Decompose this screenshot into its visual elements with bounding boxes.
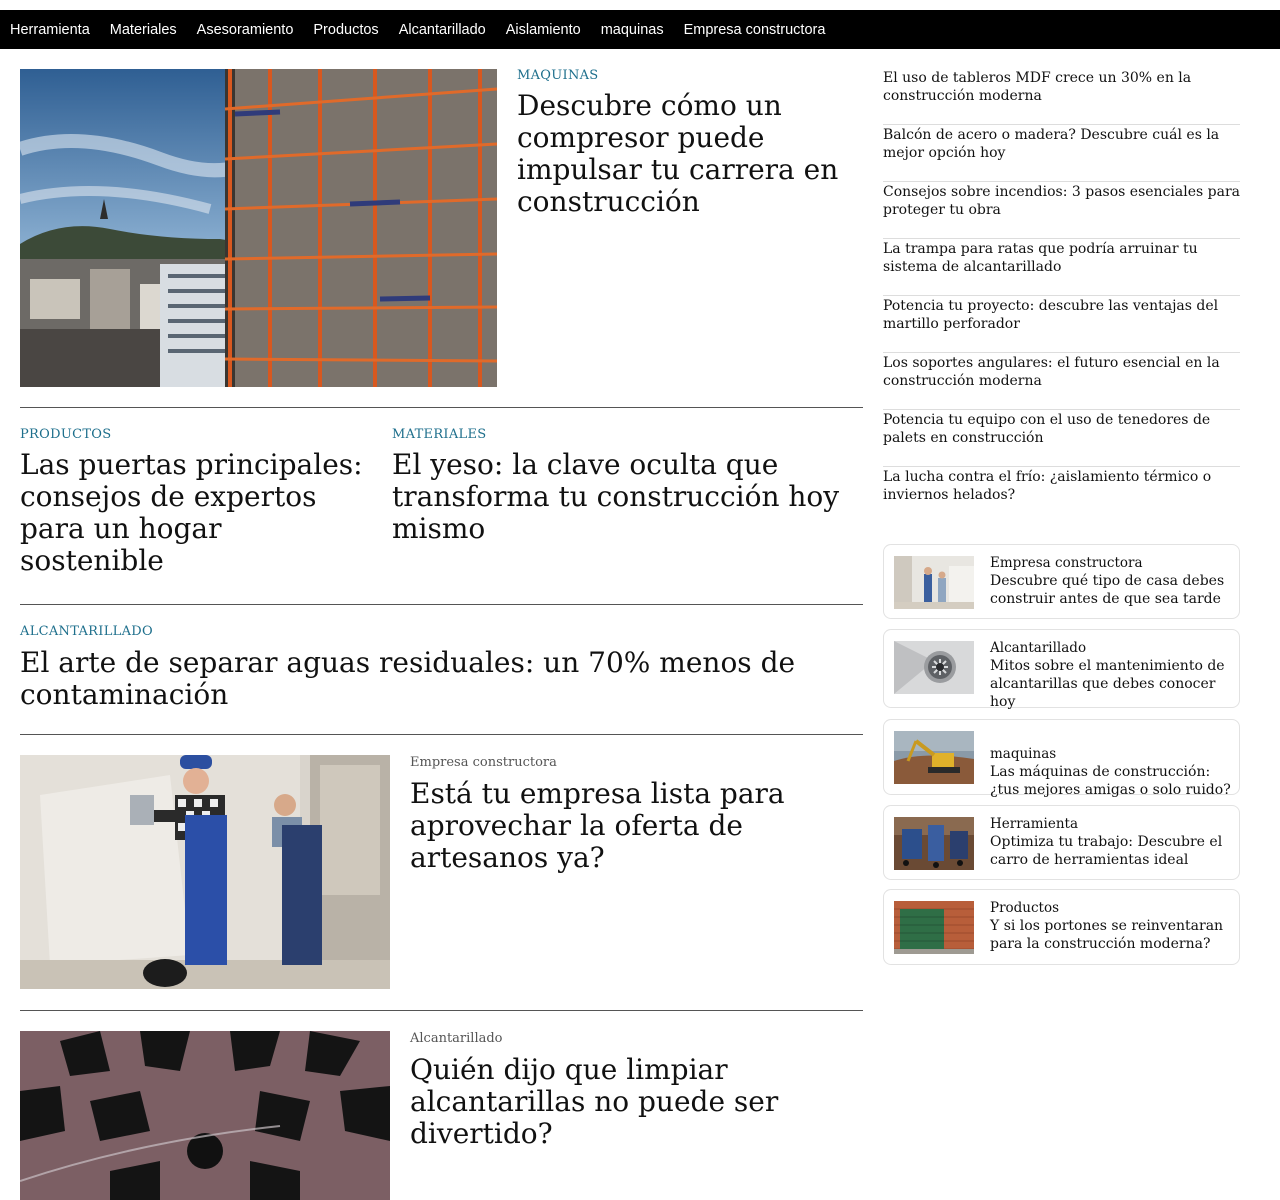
divider xyxy=(20,604,863,605)
article-category[interactable]: ALCANTARILLADO xyxy=(20,624,863,639)
card-title[interactable]: Y si los portones se reinventaran para l… xyxy=(990,917,1231,953)
sidebar-link[interactable]: Potencia tu proyecto: descubre las venta… xyxy=(883,296,1240,353)
article-category[interactable]: Alcantarillado xyxy=(410,1031,863,1046)
article-title[interactable]: Quién dijo que limpiar alcantarillas no … xyxy=(410,1054,863,1150)
card-category: Empresa constructora xyxy=(990,555,1143,571)
sidebar-link[interactable]: La trampa para ratas que podría arruinar… xyxy=(883,239,1240,296)
card-thumbnail xyxy=(894,901,974,954)
article-category[interactable]: MATERIALES xyxy=(392,427,863,442)
article-title[interactable]: El arte de separar aguas residuales: un … xyxy=(20,647,863,711)
card-category: Herramienta xyxy=(990,816,1078,832)
card-title[interactable]: Optimiza tu trabajo: Descubre el carro d… xyxy=(990,833,1231,869)
sidebar-link[interactable]: El uso de tableros MDF crece un 30% en l… xyxy=(883,68,1240,125)
card-category: Productos xyxy=(990,900,1060,916)
sidebar-card[interactable]: Herramienta Optimiza tu trabajo: Descubr… xyxy=(883,805,1240,880)
nav-item-empresa-constructora[interactable]: Empresa constructora xyxy=(684,22,826,38)
divider xyxy=(20,734,863,735)
sidebar-card[interactable]: Productos Y si los portones se reinventa… xyxy=(883,889,1240,965)
card-title[interactable]: Descubre qué tipo de casa debes construi… xyxy=(990,572,1231,608)
card-title[interactable]: Mitos sobre el mantenimiento de alcantar… xyxy=(990,657,1231,711)
top-navigation: Herramienta Materiales Asesoramiento Pro… xyxy=(0,10,1280,49)
article-category[interactable]: Empresa constructora xyxy=(410,755,863,770)
divider xyxy=(20,407,863,408)
article-title[interactable]: Las puertas principales: consejos de exp… xyxy=(20,449,370,577)
card-category: Alcantarillado xyxy=(990,640,1087,656)
card-title[interactable]: Las máquinas de construcción: ¿tus mejor… xyxy=(990,763,1231,799)
article-card: Empresa constructora Está tu empresa lis… xyxy=(410,755,863,874)
sidebar-link[interactable]: Potencia tu equipo con el uso de tenedor… xyxy=(883,410,1240,467)
card-thumbnail xyxy=(894,731,974,784)
nav-item-maquinas[interactable]: maquinas xyxy=(601,22,664,38)
article-title[interactable]: El yeso: la clave oculta que transforma … xyxy=(392,449,863,545)
article-image[interactable] xyxy=(20,1031,390,1200)
article-card: MATERIALES El yeso: la clave oculta que … xyxy=(392,427,863,545)
featured-category[interactable]: MAQUINAS xyxy=(517,68,863,83)
featured-image[interactable] xyxy=(20,69,497,387)
card-category: maquinas xyxy=(990,746,1057,762)
article-card: PRODUCTOS Las puertas principales: conse… xyxy=(20,427,370,577)
featured-title[interactable]: Descubre cómo un compresor puede impulsa… xyxy=(517,90,863,218)
article-card: ALCANTARILLADO El arte de separar aguas … xyxy=(20,624,863,711)
divider xyxy=(20,1010,863,1011)
sidebar-link[interactable]: Balcón de acero o madera? Descubre cuál … xyxy=(883,125,1240,182)
sidebar-link[interactable]: La lucha contra el frío: ¿aislamiento té… xyxy=(883,467,1240,524)
sidebar-card[interactable]: Empresa constructora Descubre qué tipo d… xyxy=(883,544,1240,619)
card-thumbnail xyxy=(894,556,974,609)
article-image[interactable] xyxy=(20,755,390,989)
nav-item-herramienta[interactable]: Herramienta xyxy=(10,22,90,38)
sidebar-link[interactable]: Consejos sobre incendios: 3 pasos esenci… xyxy=(883,182,1240,239)
sidebar-link-list: El uso de tableros MDF crece un 30% en l… xyxy=(883,68,1240,524)
sidebar-card[interactable]: Alcantarillado Mitos sobre el mantenimie… xyxy=(883,629,1240,711)
sidebar-link[interactable]: Los soportes angulares: el futuro esenci… xyxy=(883,353,1240,410)
card-thumbnail xyxy=(894,817,974,870)
card-thumbnail xyxy=(894,641,974,694)
sidebar: El uso de tableros MDF crece un 30% en l… xyxy=(883,68,1240,524)
nav-item-productos[interactable]: Productos xyxy=(313,22,378,38)
article-card: Alcantarillado Quién dijo que limpiar al… xyxy=(410,1031,863,1150)
article-category[interactable]: PRODUCTOS xyxy=(20,427,370,442)
article-title[interactable]: Está tu empresa lista para aprovechar la… xyxy=(410,778,863,874)
nav-item-aislamiento[interactable]: Aislamiento xyxy=(506,22,581,38)
nav-item-materiales[interactable]: Materiales xyxy=(110,22,177,38)
nav-item-alcantarillado[interactable]: Alcantarillado xyxy=(399,22,486,38)
sidebar-card[interactable]: maquinas Las máquinas de construcción: ¿… xyxy=(883,719,1240,798)
nav-item-asesoramiento[interactable]: Asesoramiento xyxy=(197,22,294,38)
